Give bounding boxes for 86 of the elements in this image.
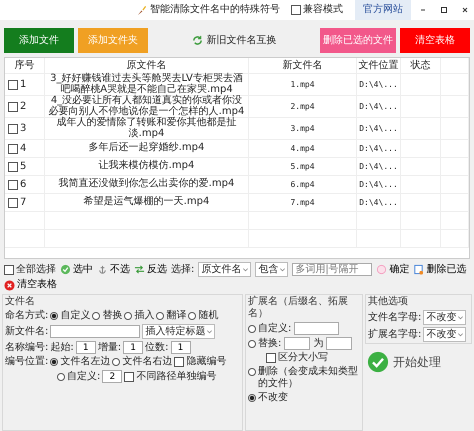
row-checkbox[interactable]: 4 <box>8 142 26 154</box>
group-title: 文件名 <box>5 296 36 308</box>
row-checkbox[interactable]: 7 <box>8 196 26 208</box>
table-cell: 4.mp4 <box>290 144 315 154</box>
clear-table-button[interactable]: 清空表格 <box>4 279 57 291</box>
radio-option[interactable]: 不改变 <box>248 392 288 404</box>
field-label: 新文件名: <box>5 326 48 338</box>
confirm-button[interactable]: 确定 <box>376 264 410 276</box>
table-cell: 5.mp4 <box>290 162 315 172</box>
table-cell-text: 成年人的爱情除了转账和爱你其他都是扯淡.mp4 <box>56 118 238 139</box>
keyword-field[interactable]: 多词用|号隔开 <box>292 263 372 276</box>
group-title: 其他选项 <box>368 296 409 308</box>
website-link[interactable]: 官方网站 <box>355 0 411 20</box>
swap-names-button[interactable]: 新旧文件名互换 <box>188 28 280 53</box>
delete-selected-button[interactable]: 删除已选 <box>413 264 466 276</box>
radio-option[interactable]: 随机 <box>188 310 218 322</box>
table-cell: D:\4\... <box>359 124 398 134</box>
field-label: 位数: <box>145 342 168 354</box>
field-label: 扩展名字母: <box>368 328 422 340</box>
row-checkbox[interactable]: 5 <box>8 160 26 172</box>
hide-number-checkbox[interactable]: 隐藏编号 <box>174 356 226 368</box>
field-label: 为 <box>313 338 324 350</box>
table-cell: 3.mp4 <box>290 124 315 134</box>
table-cell: D:\4\... <box>359 144 398 154</box>
column-header: 文件位置 <box>357 58 401 73</box>
radio-option[interactable]: 文件名左边 <box>50 356 110 368</box>
table-cell-text: 3_好好赚钱谁过去头等舱哭去LV专柜哭去酒吧喝醉桃A哭就是不能自己在家哭.mp4 <box>49 74 244 94</box>
start-button[interactable]: 开始处理 <box>365 347 472 377</box>
field-label: 增量: <box>98 342 122 354</box>
select-action-button[interactable]: 反选 <box>134 264 167 276</box>
select-label: 选择: <box>171 264 194 276</box>
select-action-button[interactable]: 选中 <box>60 264 93 276</box>
field-label: 名称编号: <box>5 342 48 354</box>
radio-option[interactable]: 翻译 <box>156 310 186 322</box>
window-title: 智能清除文件名中的特殊符号 <box>150 4 280 16</box>
table-cell: D:\4\... <box>359 198 398 208</box>
row-checkbox[interactable]: 3 <box>8 122 26 134</box>
column-header: 状态 <box>401 58 441 73</box>
field-label: 命名方式: <box>5 310 48 322</box>
radio-option[interactable]: 自定义: <box>57 370 100 382</box>
field-dropdown[interactable]: 原文件名 <box>198 262 252 277</box>
group-title: 扩展名（后缀名、拓展名） <box>248 296 349 320</box>
number-field[interactable]: 1 <box>123 341 144 354</box>
table-cell: D:\4\... <box>359 180 398 190</box>
case-sensitive-checkbox[interactable]: 区分大小写 <box>266 352 328 364</box>
table-cell: 7.mp4 <box>290 198 315 208</box>
match-dropdown[interactable]: 包含 <box>255 262 288 277</box>
case-dropdown[interactable]: 不改变 <box>423 310 466 325</box>
insert-title-dropdown[interactable]: 插入特定标题 <box>142 324 216 339</box>
radio-option[interactable]: 替换: <box>248 338 282 350</box>
number-field[interactable]: 1 <box>170 341 190 354</box>
table-cell: D:\4\... <box>359 102 398 112</box>
radio-option[interactable]: 文件名右边 <box>112 356 172 368</box>
select-all-checkbox[interactable]: 全部选择 <box>4 264 56 276</box>
radio-option[interactable]: 插入 <box>124 310 154 322</box>
row-checkbox[interactable]: 1 <box>8 78 26 90</box>
column-header: 原文件名 <box>45 58 249 73</box>
column-header: 新文件名 <box>249 58 357 73</box>
table-cell: 6.mp4 <box>290 180 315 190</box>
table-cell: 1.mp4 <box>290 80 315 90</box>
compat-mode-checkbox[interactable]: 兼容模式 <box>291 4 343 16</box>
select-action-button[interactable]: 不选 <box>97 264 130 276</box>
radio-option[interactable]: 替换 <box>92 310 122 322</box>
table-cell: D:\4\... <box>359 162 398 172</box>
number-field[interactable]: 1 <box>76 341 96 354</box>
table-cell: D:\4\... <box>359 80 398 90</box>
row-checkbox[interactable]: 6 <box>8 178 26 190</box>
field-label: 起始: <box>50 342 74 354</box>
table-cell: 希望是运气爆棚的一天.mp4 <box>84 197 210 208</box>
table-cell: 2.mp4 <box>290 102 315 112</box>
table-cell: 多年后还一起穿婚纱.mp4 <box>88 143 204 154</box>
radio-option[interactable]: 自定义 <box>50 310 90 322</box>
radio-option[interactable]: 自定义: <box>248 322 292 334</box>
toolbar-button[interactable]: 清空表格 <box>400 28 470 53</box>
field-label: 编号位置: <box>5 356 48 368</box>
separate-numbering-checkbox[interactable]: 不同路径单独编号 <box>124 370 216 382</box>
radio-option[interactable]: 删除（会变成未知类型的文件） <box>248 366 360 390</box>
toolbar-button[interactable]: 添加文件 <box>4 28 74 53</box>
number-field[interactable]: 2 <box>102 370 122 383</box>
row-checkbox[interactable]: 2 <box>8 100 26 112</box>
table-cell-text: 4_没必要让所有人都知道真实的你或者你没必要向别人不停地说你是一个怎样的人.mp4 <box>48 96 246 116</box>
column-header: 序号 <box>5 58 45 73</box>
table-cell: 我简直还没做到你怎么出卖你的爱.mp4 <box>58 179 234 190</box>
field-label: 文件名字母: <box>368 312 422 324</box>
case-dropdown[interactable]: 不改变 <box>423 327 466 342</box>
table-cell: 让我来模仿模仿.mp4 <box>98 161 194 172</box>
